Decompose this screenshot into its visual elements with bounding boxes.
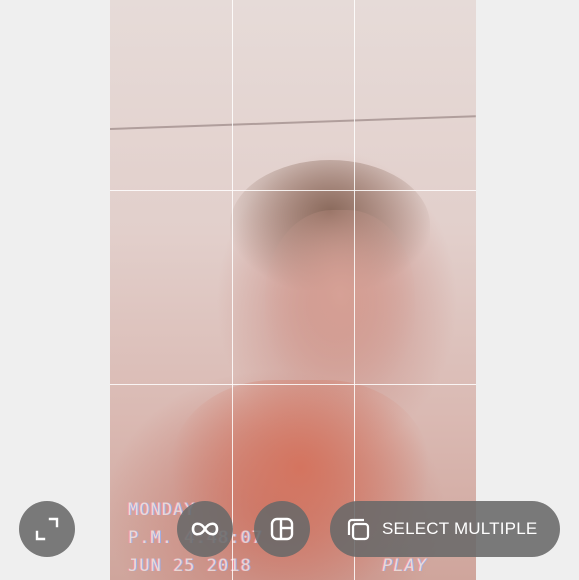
expand-button[interactable] bbox=[19, 501, 75, 557]
infinity-icon bbox=[189, 519, 221, 539]
crop-grid-line bbox=[110, 190, 476, 191]
expand-icon bbox=[32, 514, 62, 544]
photo-overlay-label: PLAY bbox=[382, 556, 427, 576]
select-multiple-button[interactable]: SELECT MULTIPLE bbox=[330, 501, 560, 557]
crop-grid-line bbox=[110, 384, 476, 385]
photo-content bbox=[110, 115, 476, 130]
select-multiple-label: SELECT MULTIPLE bbox=[382, 519, 538, 538]
gallery-photo-preview[interactable]: MONDAY P.M. 4:48:07 JUN 25 2018 PLAY bbox=[110, 0, 476, 580]
crop-grid-line bbox=[354, 0, 355, 580]
crop-grid-line bbox=[232, 0, 233, 580]
layout-button[interactable] bbox=[254, 501, 310, 557]
photo-subject bbox=[265, 210, 415, 400]
layout-grid-icon bbox=[269, 516, 295, 542]
stacked-squares-icon bbox=[344, 515, 372, 543]
photo-timestamp-date: JUN 25 2018 bbox=[128, 556, 252, 576]
boomerang-button[interactable] bbox=[177, 501, 233, 557]
